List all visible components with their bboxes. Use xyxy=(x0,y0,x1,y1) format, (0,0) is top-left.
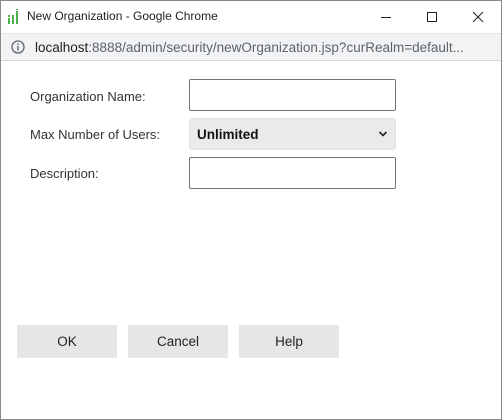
chevron-down-icon xyxy=(378,131,388,137)
close-icon xyxy=(472,11,484,23)
description-label: Description: xyxy=(30,166,99,181)
address-bar[interactable]: localhost:8888/admin/security/newOrganiz… xyxy=(1,33,501,61)
url-host: localhost xyxy=(35,40,89,55)
app-chart-icon xyxy=(7,9,21,25)
info-icon[interactable] xyxy=(11,40,25,54)
description-input[interactable] xyxy=(189,157,396,189)
close-button[interactable] xyxy=(455,1,501,33)
url-path: :8888/admin/security/newOrganization.jsp… xyxy=(88,40,464,55)
title-bar[interactable]: New Organization - Google Chrome xyxy=(1,1,501,33)
browser-popup-window: New Organization - Google Chrome localho… xyxy=(0,0,502,420)
maximize-icon xyxy=(427,12,437,22)
max-users-select[interactable]: Unlimited xyxy=(189,118,396,150)
window-title: New Organization - Google Chrome xyxy=(27,9,218,23)
maximize-button[interactable] xyxy=(409,1,455,33)
max-users-selected-value: Unlimited xyxy=(197,127,259,142)
max-users-label: Max Number of Users: xyxy=(30,127,161,142)
ok-button[interactable]: OK xyxy=(17,325,117,358)
org-name-input[interactable] xyxy=(189,79,396,111)
minimize-button[interactable] xyxy=(363,1,409,33)
help-button[interactable]: Help xyxy=(239,325,339,358)
url-text[interactable]: localhost:8888/admin/security/newOrganiz… xyxy=(35,40,495,55)
org-name-label: Organization Name: xyxy=(30,89,146,104)
new-organization-form: Organization Name: Max Number of Users: … xyxy=(1,61,501,419)
minimize-icon xyxy=(381,17,391,18)
cancel-button[interactable]: Cancel xyxy=(128,325,228,358)
